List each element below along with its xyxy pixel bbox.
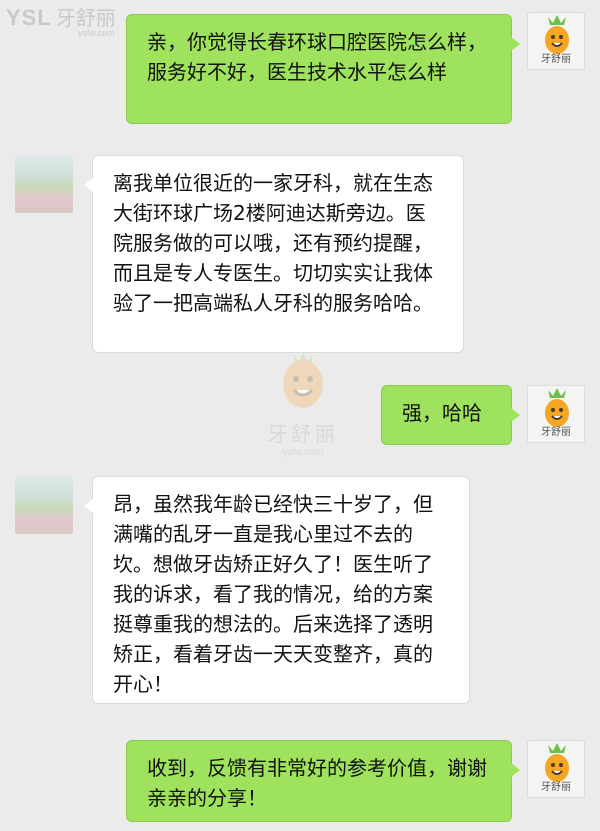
message-text: 离我单位很近的一家牙科，就在生态大街环球广场2楼阿迪达斯旁边。医院服务做的可以哦… bbox=[113, 171, 433, 315]
watermark-center-name: 牙舒丽 bbox=[267, 422, 339, 446]
message-bubble-received[interactable]: 离我单位很近的一家牙科，就在生态大街环球广场2楼阿迪达斯旁边。医院服务做的可以哦… bbox=[84, 155, 464, 353]
message-bubble-sent[interactable]: 亲，你觉得长春环球口腔医院怎么样，服务好不好，医生技术水平怎么样 bbox=[126, 14, 520, 124]
watermark-logo-top: YSL 牙舒丽 yslw.com bbox=[6, 2, 116, 38]
watermark-brand: YSL bbox=[6, 5, 52, 30]
mascot-icon bbox=[283, 352, 323, 408]
message-bubble-sent[interactable]: 收到，反馈有非常好的参考价值，谢谢亲亲的分享！ bbox=[126, 740, 520, 822]
watermark-center: 牙舒丽 yslw.com bbox=[258, 350, 348, 458]
watermark-center-url: yslw.com bbox=[282, 447, 324, 458]
carrot-mascot-icon bbox=[545, 743, 569, 782]
user-avatar[interactable] bbox=[15, 155, 73, 213]
message-text: 亲，你觉得长春环球口腔医院怎么样，服务好不好，医生技术水平怎么样 bbox=[147, 30, 487, 84]
message-bubble-sent[interactable]: 强，哈哈 bbox=[381, 385, 520, 445]
brand-avatar[interactable]: 牙舒丽 bbox=[527, 385, 585, 443]
brand-avatar[interactable]: 牙舒丽 bbox=[527, 740, 585, 798]
carrot-mascot-icon bbox=[545, 15, 569, 54]
watermark-url: yslw.com bbox=[78, 28, 115, 38]
message-bubble-received[interactable]: 昂，虽然我年龄已经快三十岁了，但满嘴的乱牙一直是我心里过不去的坎。想做牙齿矫正好… bbox=[84, 476, 470, 704]
carrot-mascot-icon bbox=[545, 388, 569, 427]
user-avatar[interactable] bbox=[15, 476, 73, 534]
message-text: 强，哈哈 bbox=[402, 401, 482, 425]
avatar-label: 牙舒丽 bbox=[541, 782, 571, 793]
message-text: 昂，虽然我年龄已经快三十岁了，但满嘴的乱牙一直是我心里过不去的坎。想做牙齿矫正好… bbox=[113, 492, 433, 696]
watermark-name: 牙舒丽 bbox=[55, 8, 116, 30]
message-text: 收到，反馈有非常好的参考价值，谢谢亲亲的分享！ bbox=[147, 756, 487, 810]
brand-avatar[interactable]: 牙舒丽 bbox=[527, 12, 585, 70]
avatar-label: 牙舒丽 bbox=[541, 427, 571, 438]
avatar-label: 牙舒丽 bbox=[541, 54, 571, 65]
